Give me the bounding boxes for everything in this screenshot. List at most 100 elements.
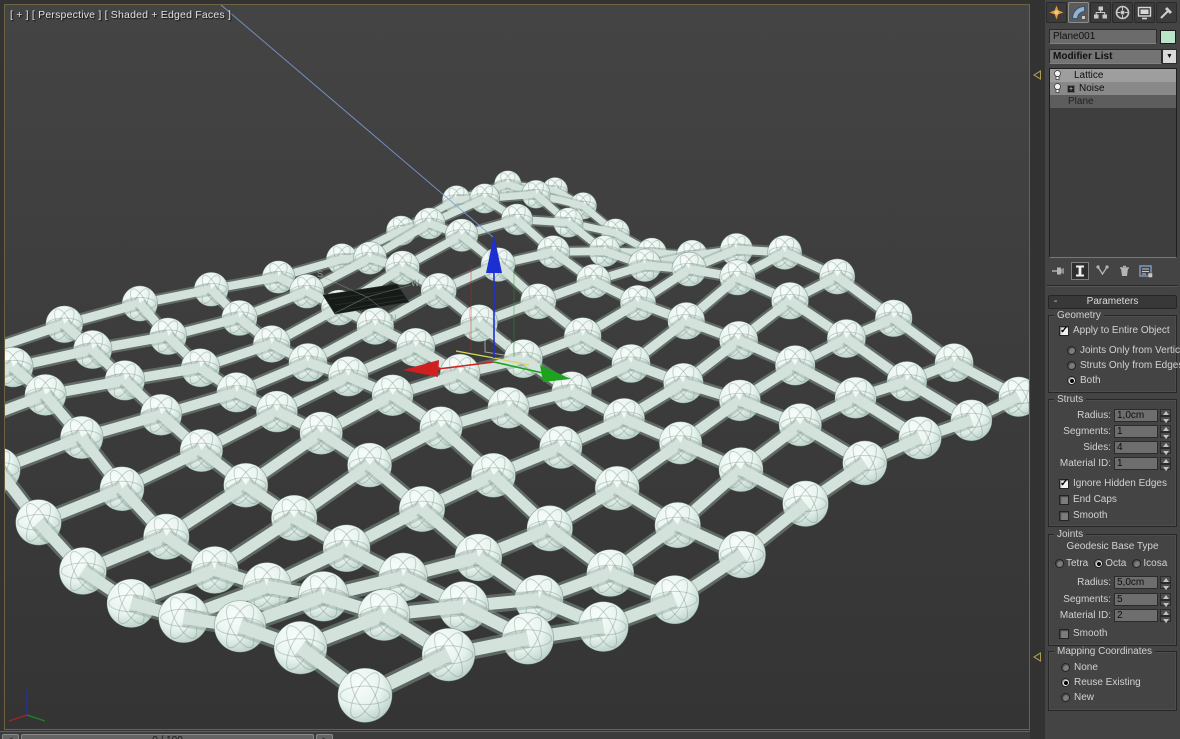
spinner-buttons[interactable] [1160, 409, 1171, 422]
pin-stack-icon [1052, 267, 1064, 275]
ignore-hidden-edges-checkbox[interactable]: Ignore Hidden Edges [1059, 478, 1167, 489]
radio-label: Joints Only from Vertices [1080, 345, 1180, 356]
show-end-result-button[interactable] [1071, 262, 1089, 280]
radio-label: None [1074, 662, 1098, 673]
spinner-buttons[interactable] [1160, 457, 1171, 470]
modifier-label: Noise [1079, 83, 1105, 94]
radio-icon[interactable] [1067, 376, 1076, 385]
struts-material-id-row: Material ID: 1 [1051, 457, 1171, 470]
radio-icon[interactable] [1094, 559, 1104, 568]
lightbulb-icon[interactable] [1053, 70, 1062, 81]
perspective-viewport[interactable]: S W N [ + ] [ Perspective ] [ Shaded + E… [4, 4, 1030, 730]
geometry-group: Geometry Apply to Entire Object Joints O… [1048, 310, 1180, 393]
command-panel: Plane001 Modifier List ▼ Lattice + Noise… [1045, 0, 1180, 739]
spinner-buttons[interactable] [1160, 425, 1171, 438]
motion-tab[interactable] [1112, 2, 1133, 23]
radio-icon[interactable] [1061, 678, 1070, 687]
spinner-buttons[interactable] [1160, 609, 1171, 622]
panel-collapse-arrow-bottom[interactable] [1033, 652, 1041, 662]
checkbox-icon[interactable] [1059, 628, 1069, 639]
panel-splitter[interactable] [1031, 0, 1045, 739]
both-radio[interactable]: Both [1067, 375, 1101, 386]
pin-stack-button[interactable] [1049, 262, 1067, 280]
previous-frame-button[interactable]: < [2, 734, 19, 739]
remove-modifier-button[interactable] [1115, 262, 1133, 280]
panel-collapse-arrow-top[interactable] [1033, 70, 1041, 80]
group-label: Joints [1054, 529, 1087, 540]
radio-icon[interactable] [1055, 559, 1064, 568]
modifier-stack-item-lattice[interactable]: Lattice [1050, 69, 1176, 82]
joints-segments-field[interactable]: 5 [1114, 593, 1158, 606]
octa-radio-label[interactable]: Octa [1105, 558, 1126, 569]
spinner-buttons[interactable] [1160, 576, 1171, 589]
struts-smooth-checkbox[interactable]: Smooth [1059, 510, 1107, 521]
struts-radius-field[interactable]: 1,0cm [1114, 409, 1158, 422]
icosa-radio-label[interactable]: Icosa [1143, 558, 1167, 569]
svg-text:S: S [317, 269, 323, 279]
make-unique-button[interactable] [1093, 262, 1111, 280]
joints-material-id-field[interactable]: 2 [1114, 609, 1158, 622]
chevron-down-icon[interactable]: ▼ [1162, 49, 1177, 64]
field-label: Segments: [1063, 594, 1111, 605]
radio-icon[interactable] [1067, 361, 1076, 370]
parameters-rollout-header[interactable]: - Parameters [1048, 295, 1177, 309]
checkbox-icon[interactable] [1059, 510, 1069, 521]
apply-to-entire-object-checkbox[interactable]: Apply to Entire Object [1059, 325, 1170, 336]
divider [1047, 285, 1178, 287]
mapping-coordinates-group: Mapping Coordinates None Reuse Existing … [1048, 646, 1177, 711]
checkbox-icon[interactable] [1059, 478, 1069, 489]
radio-icon[interactable] [1061, 663, 1070, 672]
radio-icon[interactable] [1067, 346, 1076, 355]
svg-text:N: N [390, 313, 397, 323]
end-caps-checkbox[interactable]: End Caps [1059, 494, 1117, 505]
field-label: Segments: [1063, 426, 1111, 437]
object-color-swatch[interactable] [1160, 29, 1176, 44]
time-slider-bar: < 0 / 100 > [0, 731, 1030, 739]
struts-segments-field[interactable]: 1 [1114, 425, 1158, 438]
checkbox-icon[interactable] [1059, 494, 1069, 505]
joints-only-radio[interactable]: Joints Only from Vertices [1067, 345, 1180, 356]
utilities-tab[interactable] [1156, 2, 1177, 23]
collapse-icon[interactable]: - [1054, 296, 1057, 308]
struts-only-radio[interactable]: Struts Only from Edges [1067, 360, 1180, 371]
modifier-stack-item-noise[interactable]: + Noise [1050, 82, 1176, 95]
object-name-field[interactable]: Plane001 [1049, 29, 1157, 44]
modify-tab[interactable] [1068, 2, 1089, 23]
joints-segments-row: Segments: 5 [1051, 593, 1171, 606]
checkbox-label: Ignore Hidden Edges [1073, 478, 1167, 489]
field-label: Material ID: [1059, 458, 1111, 469]
mapping-reuse-existing-radio[interactable]: Reuse Existing [1061, 677, 1141, 688]
next-frame-button[interactable]: > [316, 734, 333, 739]
time-slider-handle[interactable]: 0 / 100 [21, 734, 314, 739]
joints-radius-field[interactable]: 5,0cm [1114, 576, 1158, 589]
group-label: Mapping Coordinates [1054, 646, 1156, 657]
modifier-stack-item-plane[interactable]: Plane [1050, 95, 1176, 108]
spinner-buttons[interactable] [1160, 441, 1171, 454]
struts-material-id-field[interactable]: 1 [1114, 457, 1158, 470]
spinner-buttons[interactable] [1160, 593, 1171, 606]
field-label: Material ID: [1059, 610, 1111, 621]
struts-group: Struts Radius: 1,0cm Segments: 1 Sides: … [1048, 394, 1177, 527]
create-tab[interactable] [1046, 2, 1067, 23]
checkbox-icon[interactable] [1059, 325, 1069, 336]
display-tab[interactable] [1134, 2, 1155, 23]
lightbulb-icon[interactable] [1053, 83, 1062, 94]
checkbox-label: End Caps [1073, 494, 1117, 505]
create-icon [1049, 5, 1064, 20]
hierarchy-icon [1094, 6, 1107, 19]
joints-smooth-checkbox[interactable]: Smooth [1059, 628, 1107, 639]
hierarchy-tab[interactable] [1090, 2, 1111, 23]
modifier-list-row: Modifier List ▼ [1049, 49, 1177, 64]
radio-label: New [1074, 692, 1095, 703]
modifier-list-dropdown[interactable]: Modifier List [1049, 49, 1162, 64]
radio-label: Reuse Existing [1074, 677, 1141, 688]
viewport-label[interactable]: [ + ] [ Perspective ] [ Shaded + Edged F… [10, 9, 231, 21]
mapping-none-radio[interactable]: None [1061, 662, 1098, 673]
tetra-radio-label[interactable]: Tetra [1066, 558, 1088, 569]
struts-sides-field[interactable]: 4 [1114, 441, 1158, 454]
expand-icon[interactable]: + [1067, 84, 1075, 93]
radio-icon[interactable] [1061, 693, 1070, 702]
configure-modifier-sets-button[interactable] [1137, 262, 1155, 280]
radio-icon[interactable] [1132, 559, 1142, 568]
mapping-new-radio[interactable]: New [1061, 692, 1094, 703]
